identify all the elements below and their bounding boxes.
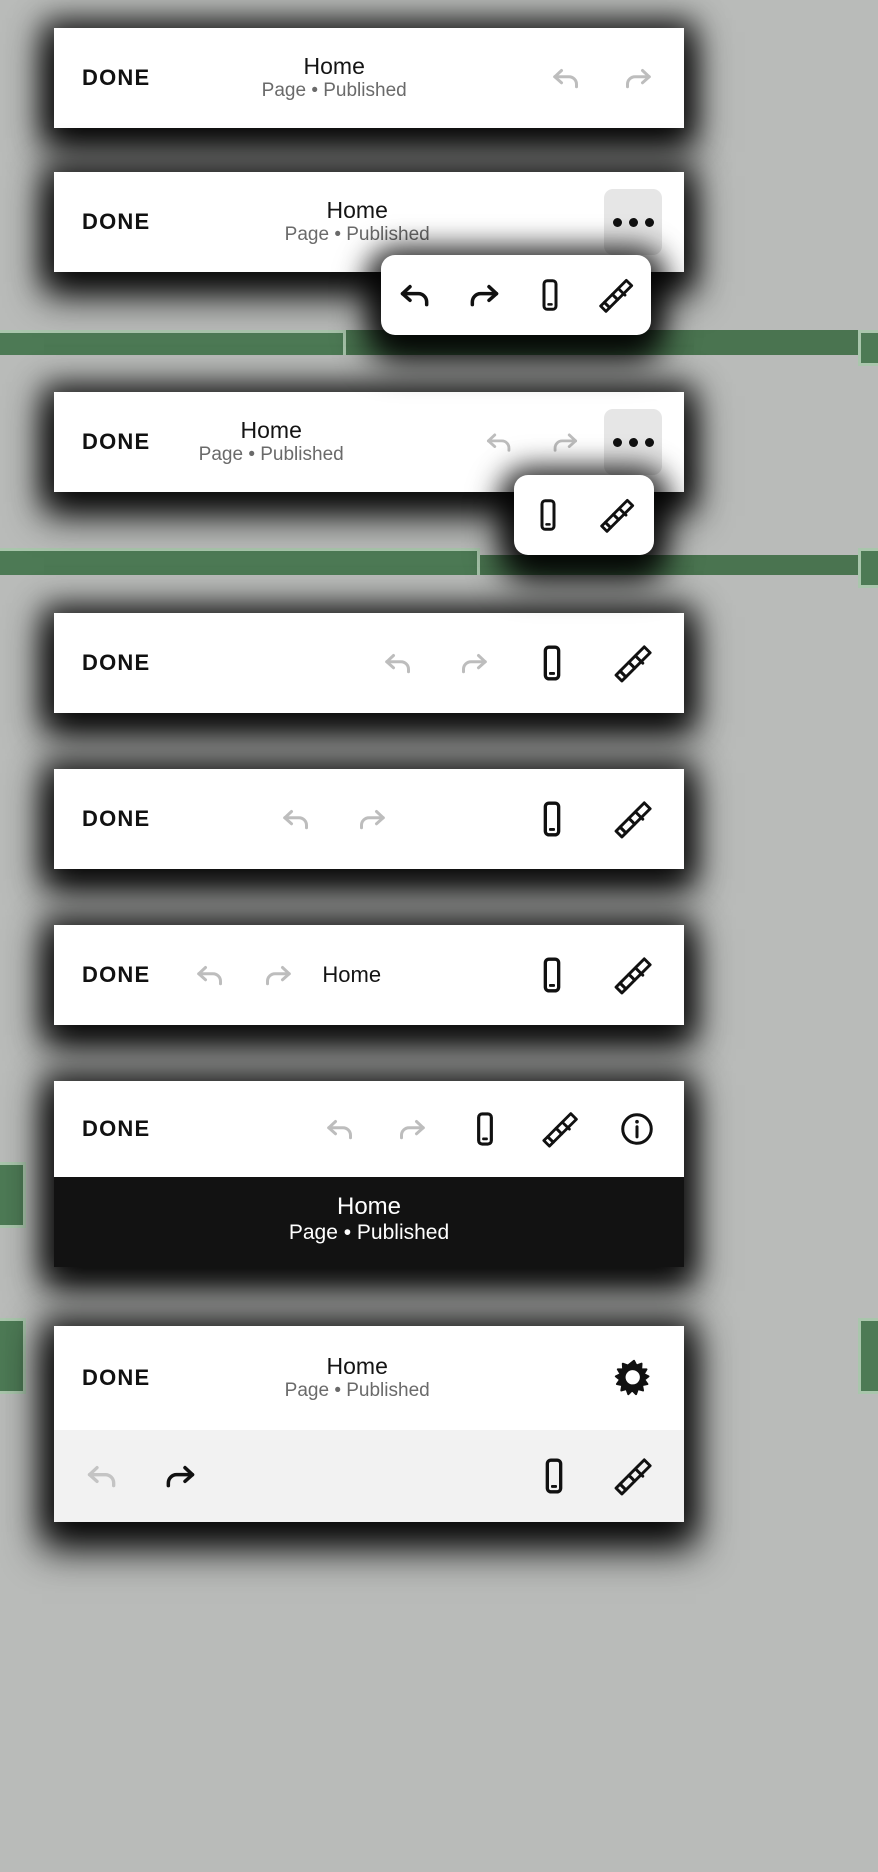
toolbar-icons xyxy=(380,641,656,685)
paintbrush-icon[interactable] xyxy=(598,495,638,535)
variant-8-wrapper: DONE Home Page • Published xyxy=(54,1326,684,1522)
toolbar-icons xyxy=(322,1108,656,1150)
background-green-block xyxy=(0,330,346,358)
more-options-icon[interactable] xyxy=(604,409,663,475)
paintbrush-icon[interactable] xyxy=(612,797,656,841)
undo-icon[interactable] xyxy=(322,1111,358,1147)
paintbrush-icon[interactable] xyxy=(597,275,637,315)
toolbar-variant-5: DONE xyxy=(54,769,684,869)
page-title: Home xyxy=(240,417,302,444)
page-title-block: Home Page • Published xyxy=(199,417,344,467)
overflow-menu-popup xyxy=(514,475,654,555)
done-button[interactable]: DONE xyxy=(82,429,150,455)
mobile-preview-icon[interactable] xyxy=(532,799,572,839)
page-subtitle: Page • Published xyxy=(261,80,407,102)
done-button[interactable]: DONE xyxy=(82,806,150,832)
page-subtitle: Page • Published xyxy=(288,1221,450,1244)
overflow-menu-popup xyxy=(381,255,651,335)
more-options-dots xyxy=(612,217,654,227)
paintbrush-icon[interactable] xyxy=(612,1454,656,1498)
more-options-dots xyxy=(612,437,654,447)
page-title: Home xyxy=(326,1353,388,1380)
variant-4-wrapper: DONE xyxy=(54,613,684,713)
toolbar-icons-left-group xyxy=(192,957,296,993)
variant-6-wrapper: DONE Home xyxy=(54,925,684,1025)
done-button[interactable]: DONE xyxy=(82,650,150,676)
toolbar-variant-1: DONE Home Page • Published xyxy=(54,28,684,128)
mobile-preview-icon[interactable] xyxy=(532,643,572,683)
redo-icon[interactable] xyxy=(548,425,582,459)
toolbar-icons-right-group xyxy=(532,797,656,841)
paintbrush-icon[interactable] xyxy=(540,1108,582,1150)
redo-icon[interactable] xyxy=(260,957,296,993)
variant-7-wrapper: DONE Home Page • Published xyxy=(54,1081,684,1267)
done-button[interactable]: DONE xyxy=(82,65,150,91)
page-title: Home xyxy=(322,962,382,987)
mobile-preview-icon[interactable] xyxy=(466,1110,504,1148)
redo-icon[interactable] xyxy=(354,801,390,837)
undo-icon[interactable] xyxy=(395,275,435,315)
page-title-block: Home Page • Published xyxy=(285,1353,430,1403)
redo-icon[interactable] xyxy=(160,1456,200,1496)
page-title-block: Home Page • Published xyxy=(285,197,430,247)
background-green-block xyxy=(0,1318,26,1394)
more-options-icon[interactable] xyxy=(604,189,663,255)
page-subtitle: Page • Published xyxy=(198,444,344,466)
done-button[interactable]: DONE xyxy=(82,1365,150,1391)
done-button[interactable]: DONE xyxy=(82,209,150,235)
page-title: Home xyxy=(336,1193,402,1220)
variant-5-wrapper: DONE xyxy=(54,769,684,869)
info-icon[interactable] xyxy=(618,1110,656,1148)
page-subtitle: Page • Published xyxy=(284,1380,430,1402)
redo-icon[interactable] xyxy=(620,60,656,96)
mobile-preview-icon[interactable] xyxy=(530,497,566,533)
redo-icon[interactable] xyxy=(464,275,504,315)
toolbar-variant-7-top: DONE xyxy=(54,1081,684,1177)
mobile-preview-icon[interactable] xyxy=(532,955,572,995)
undo-icon[interactable] xyxy=(380,645,416,681)
toolbar-variant-7: DONE Home Page • Published xyxy=(54,1081,684,1267)
background-green-block xyxy=(0,1162,26,1228)
page-title: Home xyxy=(326,197,388,224)
undo-icon[interactable] xyxy=(82,1456,122,1496)
background-green-block xyxy=(858,548,878,588)
toolbar-icons xyxy=(548,60,656,96)
background-green-block xyxy=(858,1318,878,1394)
paintbrush-icon[interactable] xyxy=(612,953,656,997)
background-green-block xyxy=(858,330,878,366)
variant-1-wrapper: DONE Home Page • Published xyxy=(54,28,684,128)
done-button[interactable]: DONE xyxy=(82,962,150,988)
toolbar-variant-6: DONE Home xyxy=(54,925,684,1025)
variant-3-wrapper: DONE Home Page • Published xyxy=(54,392,684,555)
secondary-icons-right xyxy=(534,1454,656,1498)
mobile-preview-icon[interactable] xyxy=(532,277,568,313)
undo-icon[interactable] xyxy=(548,60,584,96)
secondary-toolbar xyxy=(54,1430,684,1522)
toolbar-icons-left-group xyxy=(278,801,390,837)
toolbar-variant-8: DONE Home Page • Published xyxy=(54,1326,684,1522)
page-title: Home xyxy=(303,53,365,80)
gear-icon[interactable] xyxy=(612,1356,656,1400)
done-button[interactable]: DONE xyxy=(82,1116,150,1142)
redo-icon[interactable] xyxy=(456,645,492,681)
toolbar-variant-8-top: DONE Home Page • Published xyxy=(54,1326,684,1430)
undo-icon[interactable] xyxy=(482,425,516,459)
variant-2-wrapper: DONE Home Page • Published xyxy=(54,172,684,335)
page-subtitle: Page • Published xyxy=(284,224,430,246)
page-title-block: Home Page • Published xyxy=(262,53,407,103)
toolbar-icons xyxy=(482,425,582,459)
undo-icon[interactable] xyxy=(192,957,228,993)
dark-title-strip: Home Page • Published xyxy=(54,1177,684,1267)
undo-icon[interactable] xyxy=(278,801,314,837)
redo-icon[interactable] xyxy=(394,1111,430,1147)
secondary-icons-left xyxy=(82,1456,200,1496)
toolbar-variant-4: DONE xyxy=(54,613,684,713)
mobile-preview-icon[interactable] xyxy=(534,1456,574,1496)
toolbar-icons-right-group xyxy=(532,953,656,997)
paintbrush-icon[interactable] xyxy=(612,641,656,685)
